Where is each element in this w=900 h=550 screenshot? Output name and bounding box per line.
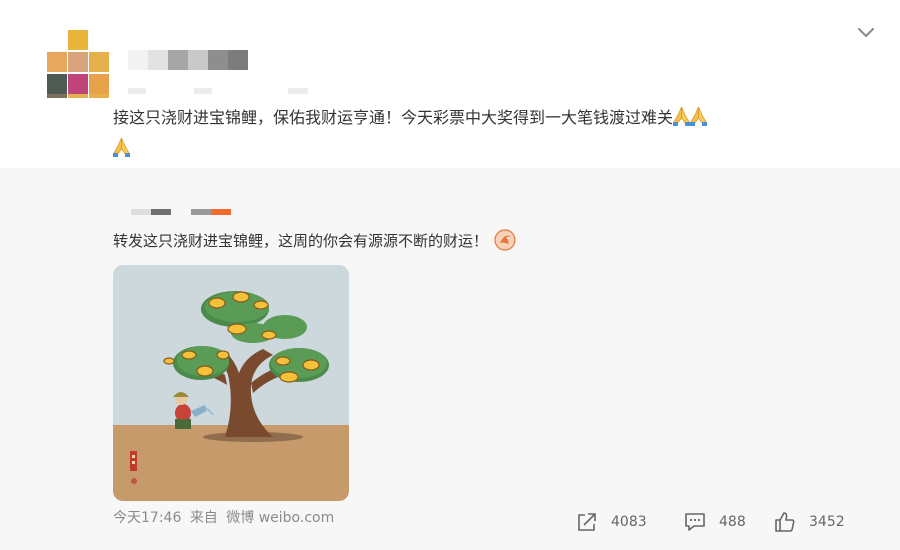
repost-text: 转发这只浇财进宝锦鲤，这周的你会有源源不断的财运！	[113, 229, 516, 252]
share-count: 4083	[611, 514, 647, 530]
comment-count: 488	[719, 514, 746, 530]
comment-icon	[683, 510, 707, 534]
like-button[interactable]: 3452	[773, 510, 845, 534]
avatar[interactable]	[47, 30, 109, 98]
post-timestamp[interactable]: 今天17:46	[113, 510, 181, 526]
like-count: 3452	[809, 514, 845, 530]
share-icon	[575, 510, 599, 534]
emoji-line	[113, 137, 130, 158]
repost-author-blurred[interactable]	[131, 209, 233, 215]
post-card: 接这只浇财进宝锦鲤，保佑我财运亨通！今天彩票中大奖得到一大笔钱渡过难关	[0, 0, 900, 168]
post-time-blurred	[128, 88, 308, 94]
repost-body: 转发这只浇财进宝锦鲤，这周的你会有源源不断的财运！	[113, 232, 489, 250]
thumbs-up-icon	[773, 510, 797, 534]
post-text: 接这只浇财进宝锦鲤，保佑我财运亨通！今天彩票中大奖得到一大笔钱渡过难关	[113, 104, 873, 132]
fortune-sticker-icon	[494, 229, 516, 251]
username-blurred[interactable]	[128, 50, 248, 70]
post-image[interactable]	[113, 265, 349, 501]
post-body: 接这只浇财进宝锦鲤，保佑我财运亨通！今天彩票中大奖得到一大笔钱渡过难关	[113, 108, 674, 127]
source-link[interactable]: 微博 weibo.com	[226, 510, 334, 526]
share-button[interactable]: 4083	[575, 510, 647, 534]
source-prefix: 来自	[189, 510, 218, 526]
chevron-down-icon[interactable]	[856, 24, 876, 40]
folded-hands-icon	[113, 137, 130, 157]
comment-button[interactable]: 488	[683, 510, 746, 534]
folded-hands-icon	[690, 106, 708, 126]
folded-hands-icon	[673, 106, 691, 126]
post-meta: 今天17:46 来自 微博 weibo.com	[113, 507, 338, 527]
